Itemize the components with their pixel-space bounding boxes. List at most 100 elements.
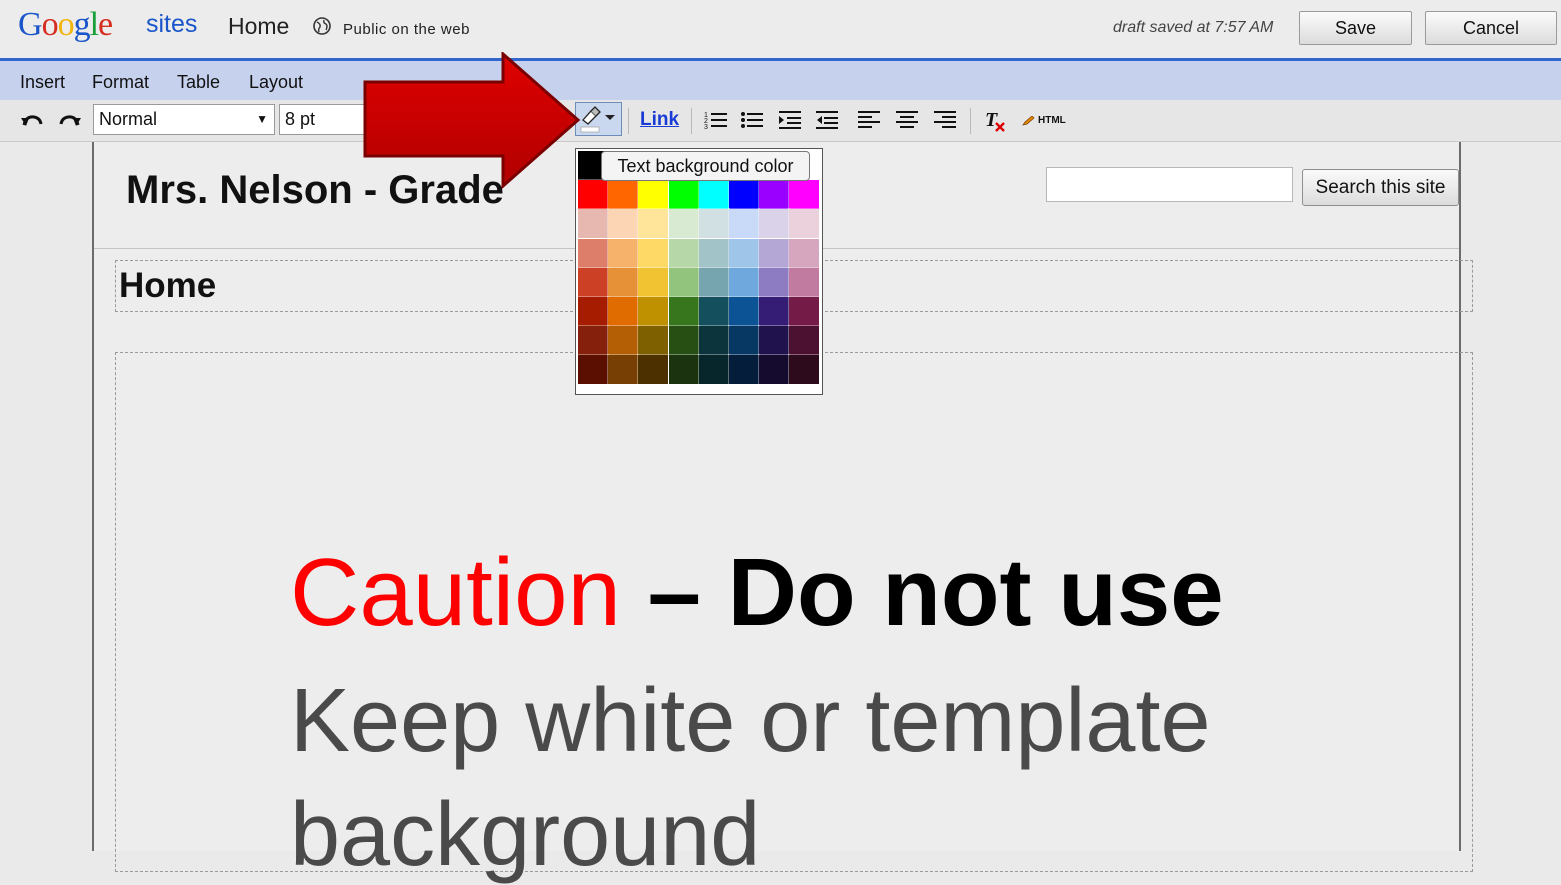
outdent-icon[interactable] [815,109,839,131]
remove-formatting-icon[interactable]: T [983,109,1009,133]
color-swatch[interactable] [607,296,640,327]
color-swatch[interactable] [697,296,730,327]
caution-rest: – Do not use [620,539,1224,646]
link-button[interactable]: Link [640,109,679,131]
color-swatch[interactable] [728,266,760,298]
google-logo: Google [18,6,113,43]
align-center-icon[interactable] [895,109,919,131]
color-swatch[interactable] [667,354,700,386]
color-swatch[interactable] [697,179,730,211]
visibility-link[interactable]: Public on the web [343,21,470,38]
undo-icon[interactable] [20,112,44,128]
color-swatch[interactable] [577,325,609,357]
color-swatch[interactable] [637,325,670,357]
menu-format[interactable]: Format [92,72,149,93]
menu-insert[interactable]: Insert [20,72,65,93]
color-swatch[interactable] [788,354,821,386]
color-swatch[interactable] [758,179,791,211]
color-swatch[interactable] [667,325,700,357]
svg-text:3: 3 [704,124,708,131]
color-swatch[interactable] [637,237,670,269]
numbered-list-icon[interactable]: 123 [704,109,728,131]
color-swatch[interactable] [758,325,791,357]
color-swatch[interactable] [637,354,670,386]
color-swatch[interactable] [577,296,609,327]
paragraph-style-select[interactable]: Normal ▼ [93,104,275,135]
color-palette-popup [575,148,823,395]
color-swatch[interactable] [758,354,791,386]
color-swatch[interactable] [788,237,821,269]
color-swatch[interactable] [607,208,640,240]
color-swatch[interactable] [667,266,700,298]
content-text-line[interactable]: background [290,786,760,885]
font-size-value: 8 pt [285,109,316,129]
color-swatch[interactable] [758,296,791,327]
color-swatch[interactable] [788,325,821,357]
color-swatch[interactable] [667,179,700,211]
color-swatch[interactable] [607,325,640,357]
page-title[interactable]: Home [119,266,216,306]
color-swatch[interactable] [637,179,670,211]
top-bar: Google sites Home Public on the web draf… [0,0,1561,58]
chevron-down-icon: ▼ [256,112,268,126]
color-swatch[interactable] [788,208,821,240]
html-button[interactable]: HTML [1038,115,1066,126]
color-swatch[interactable] [728,296,760,327]
color-swatch[interactable] [728,208,760,240]
color-swatch[interactable] [728,179,760,211]
save-button[interactable]: Save [1299,11,1412,45]
toolbar-separator [628,108,629,134]
color-swatch[interactable] [758,237,791,269]
red-arrow-annotation [363,52,581,190]
color-swatch[interactable] [758,266,791,298]
content-heading[interactable]: Caution – Do not use [290,540,1224,646]
draft-status: draft saved at 7:57 AM [1113,19,1274,36]
color-swatch[interactable] [577,208,609,240]
tooltip: Text background color [601,151,810,181]
color-swatch[interactable] [697,325,730,357]
color-swatch[interactable] [637,266,670,298]
color-swatch[interactable] [697,237,730,269]
color-swatch[interactable] [637,208,670,240]
color-swatch[interactable] [728,237,760,269]
color-swatch[interactable] [758,208,791,240]
redo-icon[interactable] [58,112,82,128]
align-right-icon[interactable] [933,109,957,131]
color-swatch[interactable] [788,266,821,298]
globe-icon [313,17,331,35]
svg-text:T: T [985,109,998,131]
color-swatch[interactable] [577,237,609,269]
color-swatch[interactable] [607,266,640,298]
color-swatch[interactable] [667,237,700,269]
search-input[interactable] [1046,167,1293,202]
menu-table[interactable]: Table [177,72,220,93]
color-swatch[interactable] [667,296,700,327]
indent-icon[interactable] [778,109,802,131]
bulleted-list-icon[interactable] [740,109,764,131]
page-name: Home [228,13,290,39]
color-swatch[interactable] [637,296,670,327]
html-edit-icon [1022,116,1035,126]
color-swatch[interactable] [577,354,609,386]
color-swatch[interactable] [697,354,730,386]
content-text-line[interactable]: Keep white or template [290,672,1211,771]
color-swatch[interactable] [697,208,730,240]
editor-toolbar: Normal ▼ 8 pt Link 123 T HTML [0,100,1561,142]
menu-bar: Insert Format Table Layout [0,61,1561,100]
search-button[interactable]: Search this site [1302,169,1459,206]
color-swatch[interactable] [788,296,821,327]
color-swatch[interactable] [577,266,609,298]
color-swatch[interactable] [728,325,760,357]
color-swatch[interactable] [607,354,640,386]
menu-layout[interactable]: Layout [249,72,303,93]
toolbar-separator [691,108,692,134]
align-left-icon[interactable] [857,109,881,131]
cancel-button[interactable]: Cancel [1425,11,1557,45]
color-swatch[interactable] [607,179,640,211]
color-swatch[interactable] [788,179,821,211]
color-swatch[interactable] [728,354,760,386]
color-swatch[interactable] [667,208,700,240]
color-swatch[interactable] [697,266,730,298]
caution-word: Caution [290,539,621,646]
color-swatch[interactable] [607,237,640,269]
